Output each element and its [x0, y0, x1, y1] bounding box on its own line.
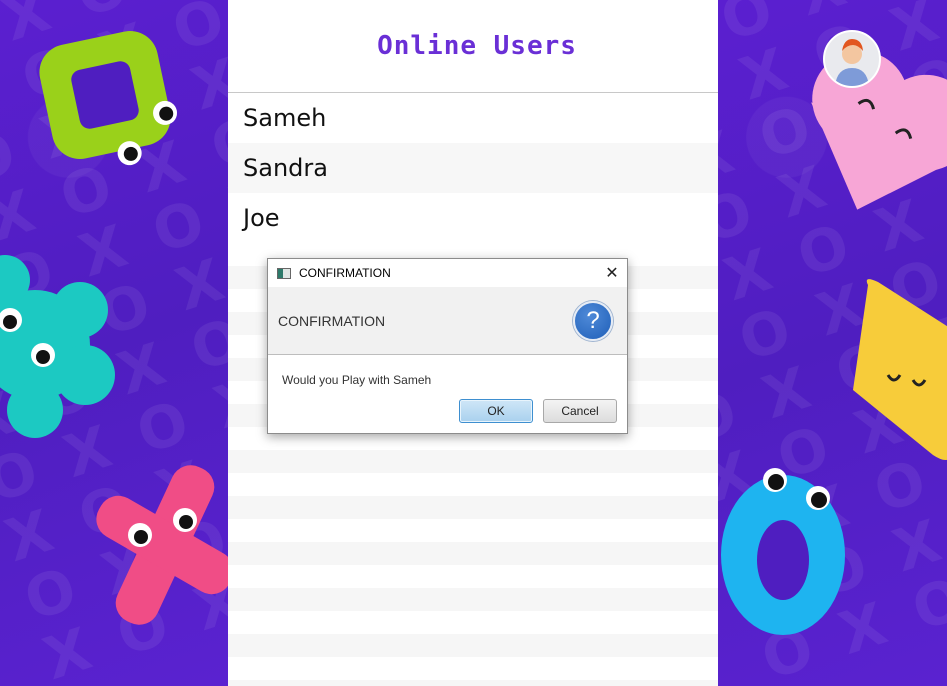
dialog-titlebar[interactable]: CONFIRMATION ✕ [268, 259, 627, 287]
cancel-button[interactable]: Cancel [543, 399, 617, 423]
page-title: Online Users [377, 31, 577, 61]
empty-list-row [228, 588, 718, 611]
empty-list-row [228, 496, 718, 519]
confirmation-dialog: CONFIRMATION ✕ CONFIRMATION ? Would you … [267, 258, 628, 434]
ok-button[interactable]: OK [459, 399, 533, 423]
dialog-header-text: CONFIRMATION [278, 312, 386, 329]
empty-list-row [228, 473, 718, 496]
right-background-panel: O X O X O X O X O X O X O X O X O X O X … [718, 0, 947, 686]
blue-ring-character [721, 468, 845, 635]
list-item[interactable]: Joe [228, 193, 718, 243]
pink-x-character [96, 465, 228, 625]
dialog-window-title: CONFIRMATION [299, 266, 391, 280]
empty-list-row [228, 611, 718, 634]
left-background-panel: X O X O X O X O X O X O X O X O X O X O … [0, 0, 228, 686]
dialog-button-bar: OK Cancel [459, 399, 617, 423]
user-avatar-icon[interactable] [823, 30, 881, 88]
header: Online Users [228, 0, 718, 93]
empty-list-row [228, 519, 718, 542]
question-icon: ? [573, 300, 613, 341]
empty-list-row [228, 657, 718, 680]
empty-list-row [228, 634, 718, 657]
dialog-header: CONFIRMATION ? [268, 287, 627, 355]
list-item[interactable]: Sandra [228, 143, 718, 193]
empty-list-row [228, 680, 718, 686]
list-item[interactable]: Sameh [228, 93, 718, 143]
green-diamond-character [39, 31, 178, 166]
empty-list-row [228, 565, 718, 588]
dialog-message: Would you Play with Sameh [282, 373, 432, 387]
teal-flower-character [0, 255, 115, 438]
right-characters-illustration [721, 50, 947, 635]
yellow-triangle-character [853, 279, 947, 460]
app-window-icon [277, 267, 291, 279]
empty-list-row [228, 542, 718, 565]
left-characters-illustration [0, 31, 228, 625]
close-icon[interactable]: ✕ [597, 263, 627, 283]
empty-list-row [228, 450, 718, 473]
